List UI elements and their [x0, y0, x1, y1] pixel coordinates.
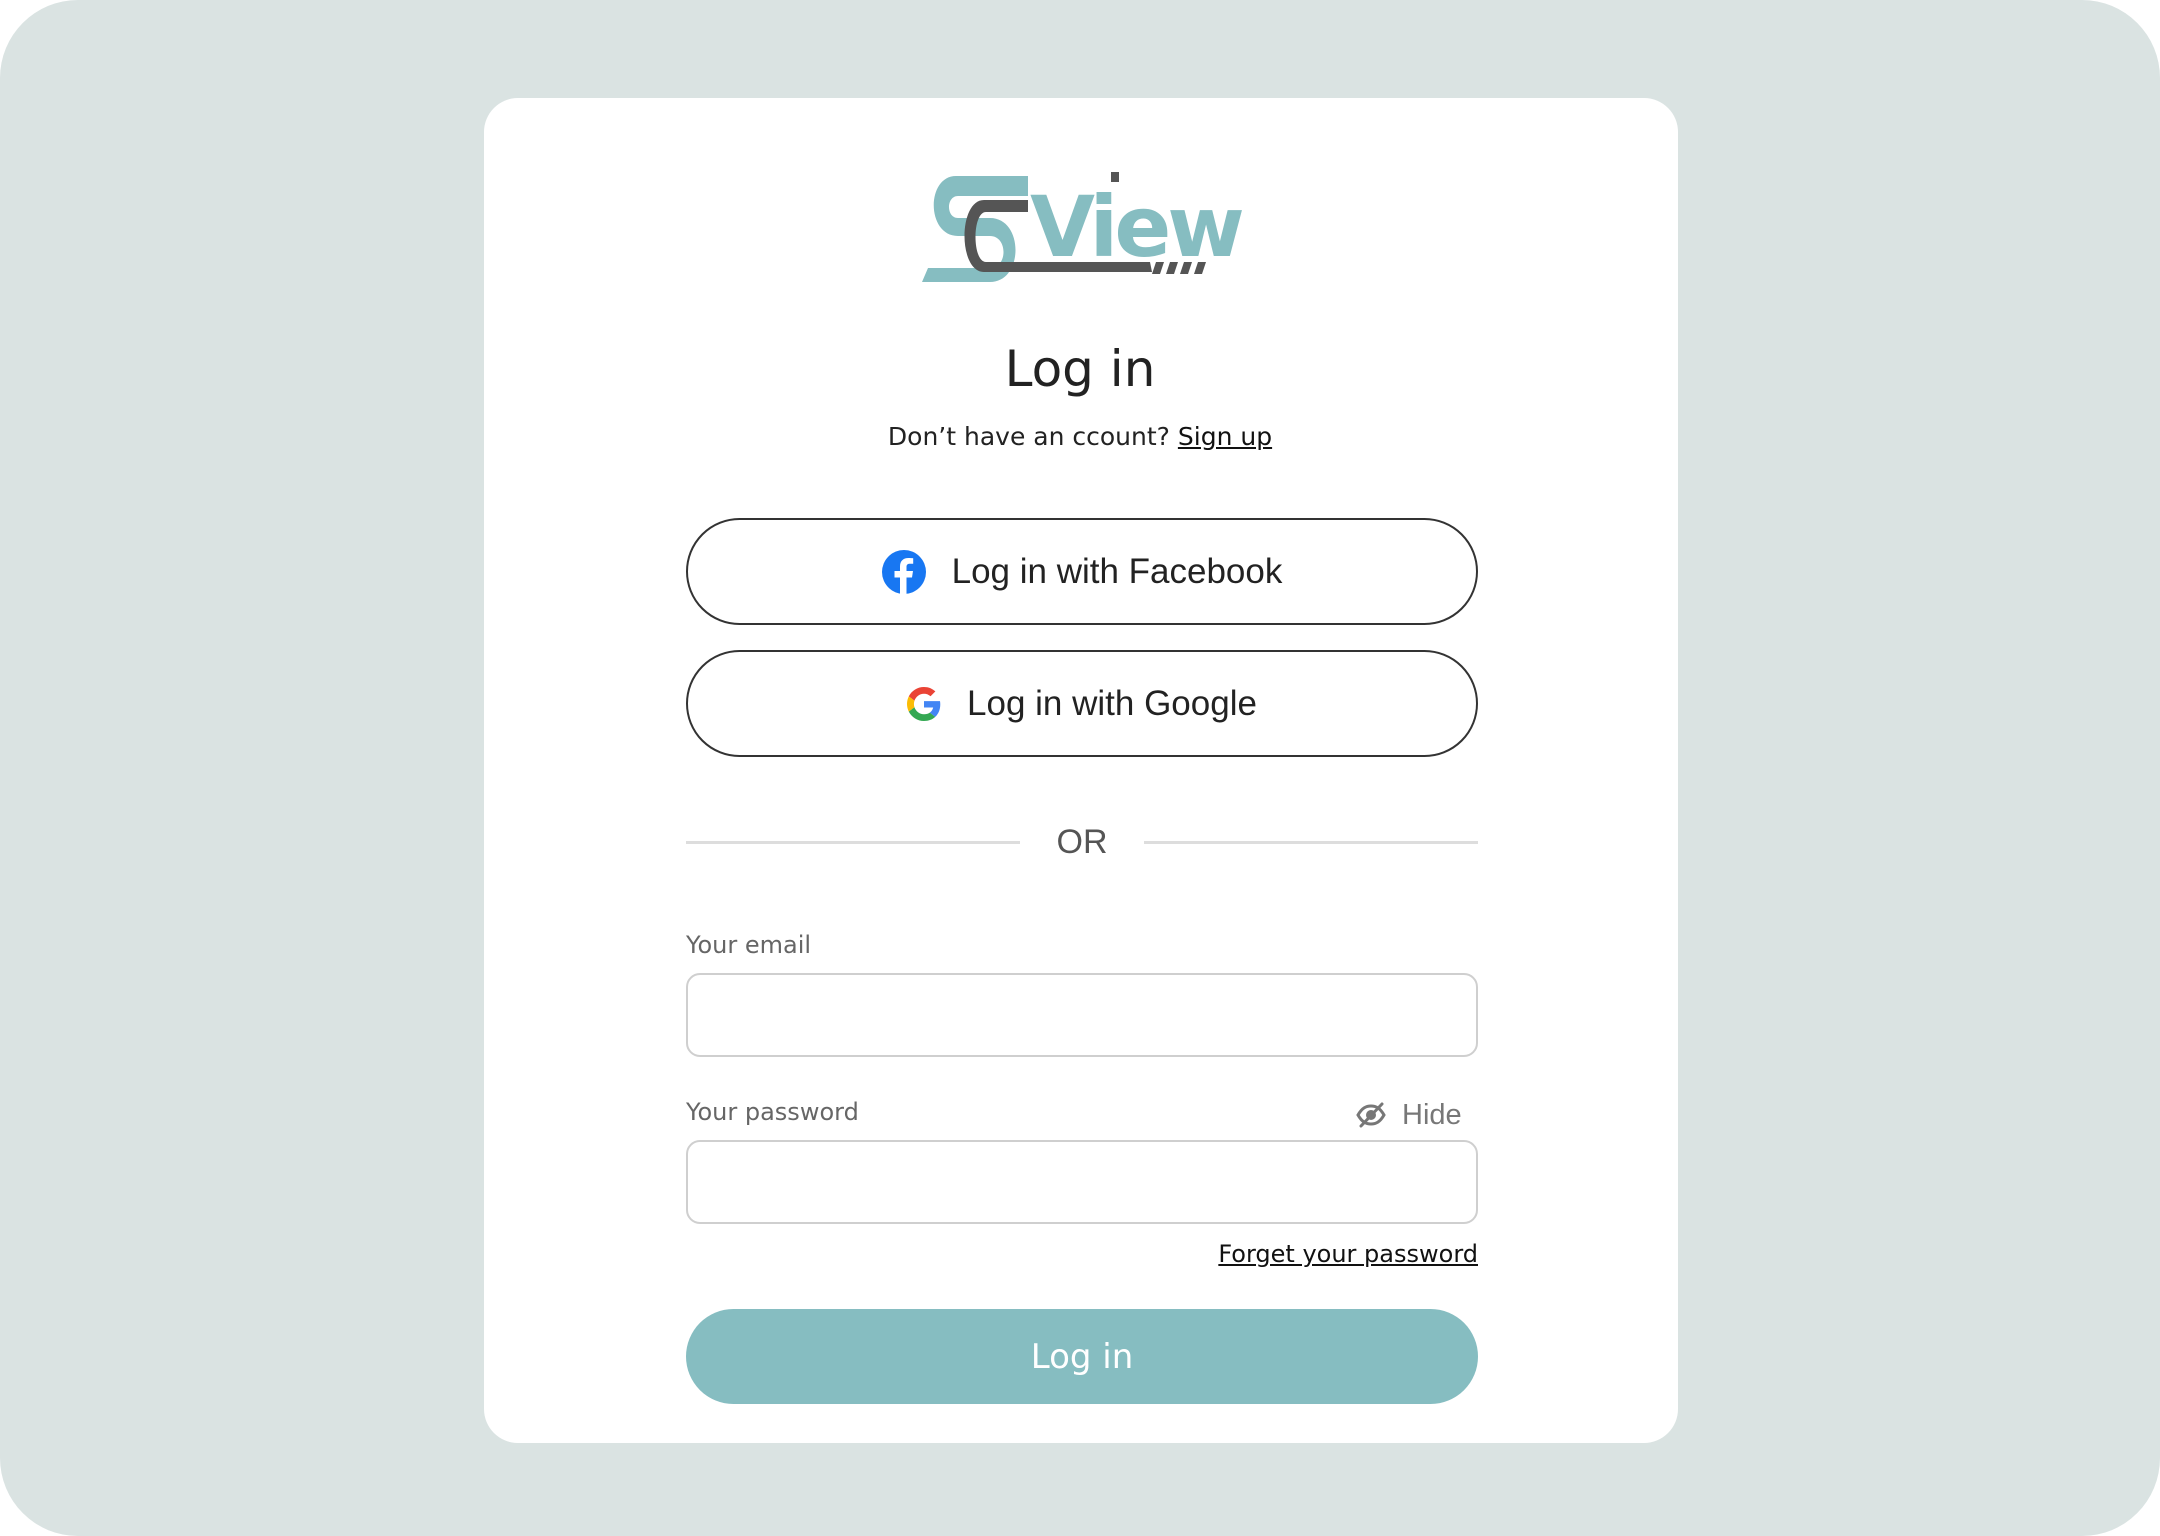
password-visibility-toggle[interactable]: Hide: [1356, 1096, 1462, 1134]
brand-logo: View: [922, 172, 1242, 282]
facebook-login-label: Log in with Facebook: [951, 551, 1283, 591]
page-title: Log in: [1004, 340, 1156, 398]
or-divider: OR: [686, 820, 1478, 864]
svg-text:View: View: [1030, 178, 1242, 276]
divider-line-right: [1144, 841, 1478, 844]
email-field[interactable]: [686, 973, 1478, 1057]
hide-label: Hide: [1402, 1098, 1462, 1131]
facebook-icon: [881, 549, 926, 594]
google-icon: [907, 686, 941, 721]
signup-prompt-text: Don’t have an ccount?: [887, 422, 1178, 451]
eye-slash-icon: [1356, 1102, 1386, 1128]
email-label: Your email: [686, 931, 812, 959]
login-card: [484, 98, 1678, 1443]
forgot-password-link[interactable]: Forget your password: [1218, 1240, 1478, 1268]
login-button[interactable]: Log in: [686, 1309, 1478, 1404]
password-field[interactable]: [686, 1140, 1478, 1224]
google-login-label: Log in with Google: [967, 683, 1257, 723]
signup-prompt: Don’t have an ccount? Sign up: [0, 422, 2160, 451]
password-label: Your password: [686, 1098, 859, 1126]
facebook-login-button[interactable]: Log in with Facebook: [686, 518, 1478, 625]
signup-link[interactable]: Sign up: [1178, 422, 1272, 451]
google-login-button[interactable]: Log in with Google: [686, 650, 1478, 757]
